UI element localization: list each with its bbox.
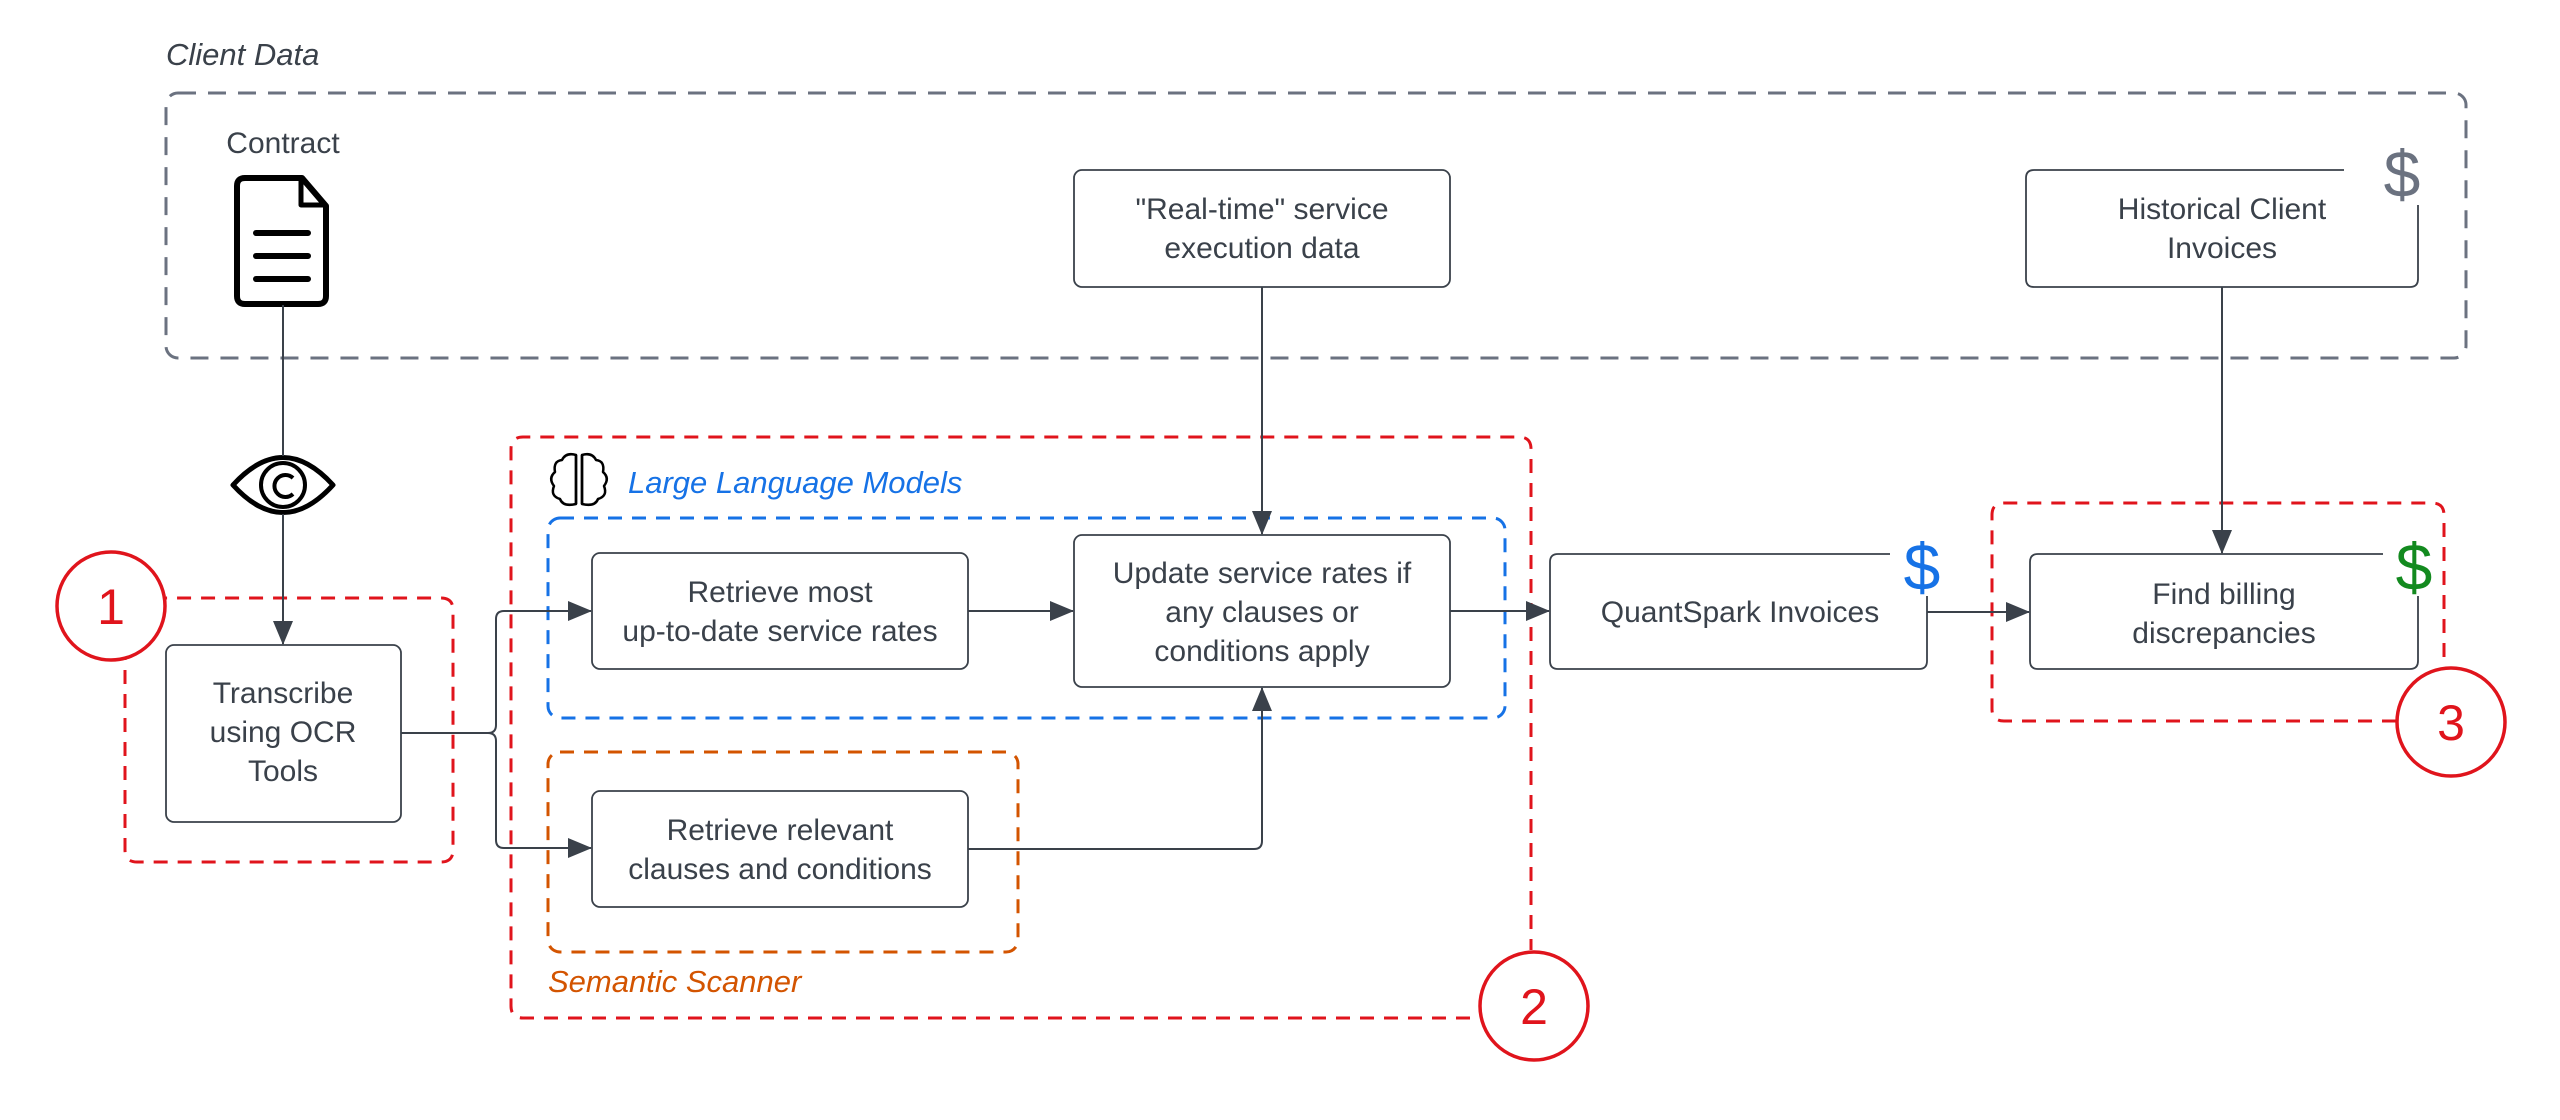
dollar-icon-blue: $ <box>1904 530 1941 604</box>
document-icon <box>234 175 329 307</box>
ocr-line-1: Transcribe <box>213 677 354 710</box>
section-2-badge: 2 <box>1478 950 1590 1062</box>
update-rates-line-3: conditions apply <box>1154 635 1369 668</box>
client-data-label: Client Data <box>166 37 319 72</box>
realtime-line-2: execution data <box>1164 232 1359 265</box>
brain-icon <box>550 452 608 507</box>
find-discrepancies-line-2: discrepancies <box>2132 617 2315 650</box>
dollar-icon-gray: $ <box>2384 137 2421 211</box>
update-rates-node[interactable]: Update service rates if any clauses or c… <box>1073 534 1451 688</box>
quantspark-invoices-node[interactable]: QuantSpark Invoices $ <box>1549 530 1941 670</box>
historical-line-2: Invoices <box>2167 232 2277 265</box>
ocr-node[interactable]: Transcribe using OCR Tools <box>165 644 402 823</box>
section-2-number: 2 <box>1520 979 1548 1035</box>
retrieve-clauses-node[interactable]: Retrieve relevant clauses and conditions <box>591 790 969 908</box>
retrieve-rates-line-2: up-to-date service rates <box>622 615 937 648</box>
retrieve-clauses-line-2: clauses and conditions <box>628 853 932 886</box>
contract-label: Contract <box>226 127 340 160</box>
quantspark-label: QuantSpark Invoices <box>1601 596 1879 629</box>
realtime-line-1: "Real-time" service <box>1135 193 1388 226</box>
semantic-label: Semantic Scanner <box>548 964 803 999</box>
llm-label: Large Language Models <box>628 465 962 500</box>
historical-line-1: Historical Client <box>2118 193 2327 226</box>
retrieve-rates-node[interactable]: Retrieve most up-to-date service rates <box>591 552 969 670</box>
eye-icon <box>230 455 336 515</box>
realtime-data-node[interactable]: "Real-time" service execution data <box>1073 169 1451 288</box>
edge-ocr-to-retrieve-clauses <box>487 732 592 858</box>
section-3-number: 3 <box>2437 695 2465 751</box>
contract-node[interactable]: Contract <box>226 127 340 307</box>
section-3-badge: 3 <box>2395 666 2507 778</box>
retrieve-rates-line-1: Retrieve most <box>687 576 873 609</box>
historical-invoices-node[interactable]: Historical Client Invoices $ <box>2025 137 2421 288</box>
section-1-number: 1 <box>97 579 125 635</box>
find-discrepancies-node[interactable]: Find billing discrepancies $ <box>2029 530 2433 670</box>
update-rates-line-2: any clauses or <box>1165 596 1358 629</box>
dollar-icon-green: $ <box>2396 530 2433 604</box>
edge-clauses-to-update <box>968 687 1272 850</box>
update-rates-line-1: Update service rates if <box>1113 557 1412 590</box>
pipeline-diagram: Client Data Contract "Real-time" service… <box>55 37 2507 1062</box>
retrieve-clauses-line-1: Retrieve relevant <box>667 814 894 847</box>
edge-ocr-to-retrieve-rates <box>401 601 592 734</box>
ocr-line-3: Tools <box>248 755 318 788</box>
ocr-line-2: using OCR <box>210 716 357 749</box>
find-discrepancies-line-1: Find billing <box>2152 578 2295 611</box>
section-1-badge: 1 <box>55 550 167 662</box>
